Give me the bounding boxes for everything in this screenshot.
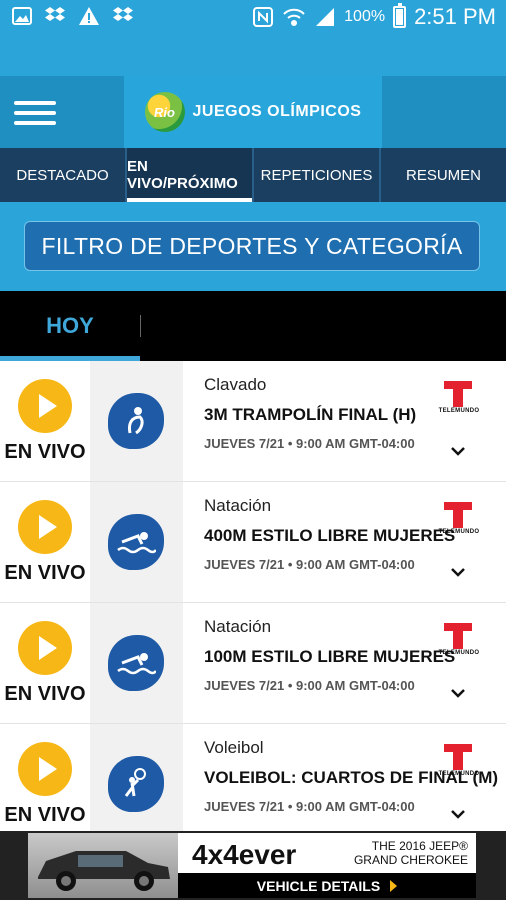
menu-icon[interactable] xyxy=(14,95,56,131)
tab-destacado[interactable]: DESTACADO xyxy=(0,148,127,202)
swimming-icon xyxy=(108,514,164,570)
wifi-icon xyxy=(283,8,305,26)
filter-area: FILTRO DE DEPORTES Y CATEGORÍA xyxy=(0,202,506,291)
telemundo-logo: TELEMUNDO xyxy=(434,744,484,780)
ad-line-2: GRAND CHEROKEE xyxy=(353,853,468,867)
network-label: TELEMUNDO xyxy=(438,650,480,656)
sport-name: Voleibol xyxy=(204,738,264,757)
live-label: EN VIVO xyxy=(4,804,86,826)
sport-name: Natación xyxy=(204,617,272,636)
battery-percent: 100% xyxy=(344,8,386,25)
app-bar: Rio JUEGOS OLÍMPICOS xyxy=(0,36,506,148)
car-image xyxy=(28,833,178,898)
diving-icon xyxy=(108,393,164,449)
sport-pictogram-box xyxy=(90,724,183,831)
play-icon[interactable] xyxy=(18,500,72,554)
network-label: TELEMUNDO xyxy=(438,408,480,414)
event-time: JUEVES 7/21 • 9:00 AM GMT-04:00 xyxy=(204,436,415,451)
signal-icon xyxy=(316,8,335,26)
battery-icon xyxy=(393,3,407,28)
ad-line-1: THE 2016 JEEP® xyxy=(371,839,468,853)
dropbox-icon xyxy=(45,7,65,21)
warning-icon xyxy=(79,7,99,25)
telemundo-logo: TELEMUNDO xyxy=(434,381,484,417)
sport-pictogram-box xyxy=(90,361,183,481)
day-selector: HOY xyxy=(0,291,506,361)
clock: 2:51 PM xyxy=(414,4,496,29)
ad-content[interactable]: 4x4ever THE 2016 JEEP® GRAND CHEROKEE VE… xyxy=(28,833,476,898)
event-list: EN VIVO Clavado 3M TRAMPOLÍN FINAL (H) J… xyxy=(0,361,506,831)
sport-pictogram-box xyxy=(90,482,183,602)
sport-name: Natación xyxy=(204,496,272,515)
volleyball-icon xyxy=(108,756,164,812)
rio-logo-icon: Rio xyxy=(144,92,185,132)
status-bar: 100% 2:51 PM xyxy=(0,0,506,36)
play-icon[interactable] xyxy=(18,621,72,675)
sport-pictogram-box xyxy=(90,603,183,723)
gallery-icon xyxy=(12,7,32,25)
event-title: 400M ESTILO LIBRE MUJERES xyxy=(204,526,456,545)
play-icon[interactable] xyxy=(18,379,72,433)
ad-subhead: THE 2016 JEEP® GRAND CHEROKEE xyxy=(328,839,468,867)
nfc-icon xyxy=(253,7,274,27)
chevron-down-icon[interactable] xyxy=(450,685,466,701)
telemundo-logo: TELEMUNDO xyxy=(434,623,484,659)
telemundo-logo: TELEMUNDO xyxy=(434,502,484,538)
event-time: JUEVES 7/21 • 9:00 AM GMT-04:00 xyxy=(204,799,415,814)
event-row[interactable]: EN VIVO Voleibol VOLEIBOL: CUARTOS DE FI… xyxy=(0,724,506,831)
tab-repeticiones[interactable]: REPETICIONES xyxy=(254,148,381,202)
sport-name: Clavado xyxy=(204,375,267,394)
play-icon[interactable] xyxy=(18,742,72,796)
live-label: EN VIVO xyxy=(4,562,86,584)
live-label: EN VIVO xyxy=(4,441,86,463)
sports-filter-button[interactable]: FILTRO DE DEPORTES Y CATEGORÍA xyxy=(24,221,480,271)
vehicle-details-button[interactable]: VEHICLE DETAILS xyxy=(178,873,476,898)
chevron-down-icon[interactable] xyxy=(450,806,466,822)
event-time: JUEVES 7/21 • 9:00 AM GMT-04:00 xyxy=(204,678,415,693)
event-title: 100M ESTILO LIBRE MUJERES xyxy=(204,647,456,666)
event-row[interactable]: EN VIVO Natación 100M ESTILO LIBRE MUJER… xyxy=(0,603,506,724)
chevron-down-icon[interactable] xyxy=(450,443,466,459)
chevron-down-icon[interactable] xyxy=(450,564,466,580)
event-title: 3M TRAMPOLÍN FINAL (H) xyxy=(204,405,417,424)
arrow-right-icon xyxy=(390,879,398,892)
tab-bar: DESTACADO EN VIVO/PRÓXIMO REPETICIONES R… xyxy=(0,148,506,202)
day-divider xyxy=(140,315,141,337)
dropbox-icon xyxy=(113,7,133,21)
event-row[interactable]: EN VIVO Natación 400M ESTILO LIBRE MUJER… xyxy=(0,482,506,603)
app-logo: Rio JUEGOS OLÍMPICOS xyxy=(124,76,382,148)
app-title: JUEGOS OLÍMPICOS xyxy=(192,103,362,120)
day-tab-hoy[interactable]: HOY xyxy=(0,291,140,361)
ad-headline: 4x4ever xyxy=(192,839,297,870)
ad-banner[interactable]: 4x4ever THE 2016 JEEP® GRAND CHEROKEE VE… xyxy=(0,831,506,900)
live-label: EN VIVO xyxy=(4,683,86,705)
tab-resumen[interactable]: RESUMEN xyxy=(381,148,506,202)
event-row[interactable]: EN VIVO Clavado 3M TRAMPOLÍN FINAL (H) J… xyxy=(0,361,506,482)
ad-cta-label: VEHICLE DETAILS xyxy=(256,877,381,894)
network-label: TELEMUNDO xyxy=(438,529,480,535)
tab-en-vivo-proximo[interactable]: EN VIVO/PRÓXIMO xyxy=(127,148,254,202)
swimming-icon xyxy=(108,635,164,691)
network-label: TELEMUNDO xyxy=(438,771,480,777)
event-time: JUEVES 7/21 • 9:00 AM GMT-04:00 xyxy=(204,557,415,572)
